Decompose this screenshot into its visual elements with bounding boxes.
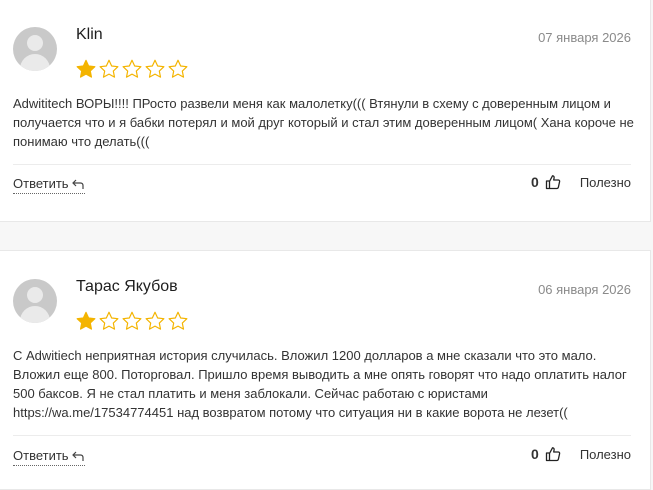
star-filled-icon <box>76 59 96 78</box>
star-outline-icon <box>145 311 165 330</box>
thumbs-up-icon[interactable] <box>545 446 561 462</box>
useful-button[interactable]: Полезно <box>580 175 631 190</box>
star-filled-icon <box>76 311 96 330</box>
like-count: 0 <box>531 446 539 462</box>
star-outline-icon <box>168 59 188 78</box>
like-area: 0 Полезно <box>531 174 631 190</box>
star-outline-icon <box>168 311 188 330</box>
divider <box>13 164 631 165</box>
review-text: С Adwitiech неприятная история случилась… <box>13 346 635 422</box>
review-author: Тарас Якубов <box>76 278 178 295</box>
rating-stars <box>75 58 189 82</box>
avatar <box>13 279 57 323</box>
star-outline-icon <box>145 59 165 78</box>
reply-arrow-icon <box>71 179 84 189</box>
reply-arrow-icon <box>71 451 84 461</box>
avatar <box>13 27 57 71</box>
reply-button[interactable]: Ответить <box>13 448 85 466</box>
like-count: 0 <box>531 174 539 190</box>
useful-button[interactable]: Полезно <box>580 447 631 462</box>
review-date: 07 января 2026 <box>538 30 631 45</box>
review-text-part: С Adwitiech неприятная история случилась… <box>13 348 627 401</box>
review-text-part: над возвратом потому что ситуация ни в к… <box>173 405 568 420</box>
review-author: Klin <box>76 26 103 43</box>
review-text: Adwititech ВОРЫ!!!! ПРосто развели меня … <box>13 96 634 149</box>
star-outline-icon <box>122 311 142 330</box>
star-outline-icon <box>99 311 119 330</box>
star-outline-icon <box>99 59 119 78</box>
like-area: 0 Полезно <box>531 446 631 462</box>
reply-label: Ответить <box>13 448 69 463</box>
review-date: 06 января 2026 <box>538 282 631 297</box>
rating-stars <box>75 310 189 334</box>
divider <box>13 435 631 436</box>
reply-label: Ответить <box>13 176 69 191</box>
star-outline-icon <box>122 59 142 78</box>
review-card: Klin 07 января 2026 Adwititech ВОРЫ!!!! … <box>0 0 651 222</box>
thumbs-up-icon[interactable] <box>545 174 561 190</box>
whatsapp-link[interactable]: https://wa.me/17534774451 <box>13 405 173 420</box>
reply-button[interactable]: Ответить <box>13 176 85 194</box>
review-card: Тарас Якубов 06 января 2026 С Adwitiech … <box>0 250 651 490</box>
